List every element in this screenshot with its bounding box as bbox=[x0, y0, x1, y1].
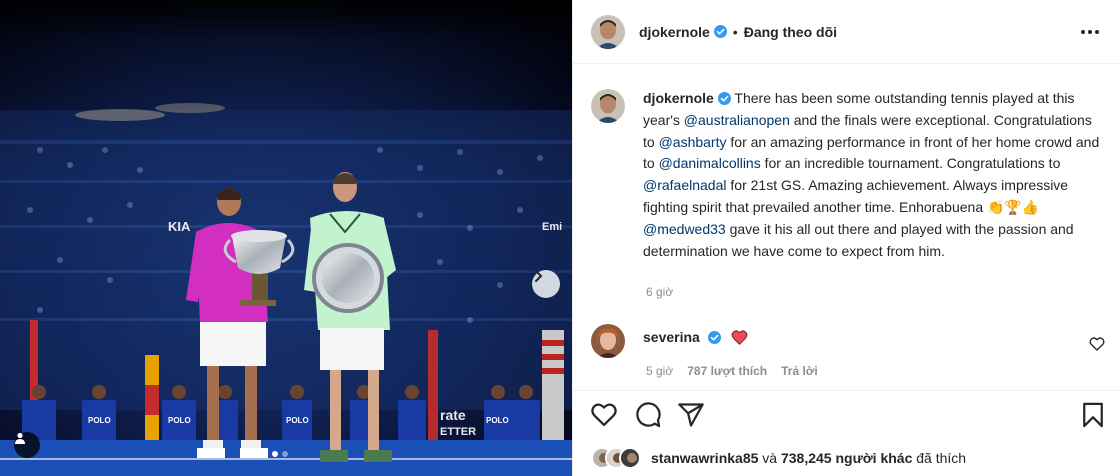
reply-button[interactable]: Trả lời bbox=[781, 364, 818, 378]
comment-timestamp[interactable]: 5 giờ bbox=[646, 364, 673, 378]
svg-text:Emi: Emi bbox=[542, 221, 562, 233]
post-caption: djokernole There has been some outstandi… bbox=[591, 88, 1101, 262]
comment-like-heart-icon[interactable] bbox=[1089, 336, 1105, 352]
profile-picture-severina bbox=[591, 324, 625, 358]
next-photo-button[interactable] bbox=[532, 270, 560, 298]
likes-suffix: đã thích bbox=[912, 450, 967, 466]
mention-link[interactable]: @danimalcollins bbox=[659, 155, 761, 171]
avatar-picture bbox=[621, 449, 639, 467]
tagged-users-button[interactable] bbox=[14, 432, 40, 458]
red-heart-icon bbox=[731, 330, 748, 345]
profile-picture-djokernole bbox=[591, 89, 625, 123]
caption-emoji: 👏🏆👍 bbox=[987, 198, 1040, 215]
trophy-ceremony-photo: KIA Emi rate ETTER POLO POLO POLO POLO bbox=[0, 0, 572, 476]
svg-text:KIA: KIA bbox=[168, 219, 191, 234]
more-options-button[interactable] bbox=[1078, 20, 1102, 44]
carousel-dots bbox=[272, 451, 288, 457]
likes-connector: và bbox=[758, 450, 781, 466]
verified-badge-icon bbox=[717, 92, 731, 105]
verified-badge-icon bbox=[713, 25, 727, 38]
chevron-right-icon bbox=[535, 270, 543, 282]
svg-text:POLO: POLO bbox=[286, 416, 309, 425]
post-actions-bar: stanwawrinka85 và 738,245 người khác đã … bbox=[573, 390, 1119, 476]
verified-badge-icon bbox=[707, 331, 721, 344]
avatar[interactable] bbox=[591, 89, 625, 123]
avatar[interactable] bbox=[591, 14, 625, 49]
mention-link[interactable]: @australianopen bbox=[684, 112, 790, 128]
svg-text:rate: rate bbox=[440, 407, 466, 423]
mention-link[interactable]: @rafaelnadal bbox=[643, 177, 727, 193]
user-icon bbox=[15, 432, 25, 444]
liker-username[interactable]: stanwawrinka85 bbox=[651, 450, 758, 466]
liker-avatar bbox=[619, 447, 641, 469]
more-horizontal-icon bbox=[1081, 30, 1099, 34]
caption-username[interactable]: djokernole bbox=[643, 90, 714, 106]
like-heart-icon[interactable] bbox=[590, 401, 618, 429]
svg-text:POLO: POLO bbox=[168, 416, 191, 425]
post-photo[interactable]: KIA Emi rate ETTER POLO POLO POLO POLO bbox=[0, 0, 572, 476]
post-header: djokernole • Đang theo dõi bbox=[573, 0, 1119, 64]
others-likes-link[interactable]: 738,245 người khác bbox=[781, 450, 912, 466]
post-author-username[interactable]: djokernole bbox=[639, 24, 710, 40]
comment-likes-count[interactable]: 787 lượt thích bbox=[687, 364, 767, 378]
profile-picture-djokernole bbox=[591, 14, 625, 49]
svg-text:ETTER: ETTER bbox=[440, 426, 476, 438]
instagram-post: KIA Emi rate ETTER POLO POLO POLO POLO d… bbox=[0, 0, 1119, 476]
mention-link[interactable]: @medwed33 bbox=[643, 221, 726, 237]
svg-text:POLO: POLO bbox=[486, 416, 509, 425]
likes-text: stanwawrinka85 và 738,245 người khác đã … bbox=[651, 450, 966, 466]
avatar[interactable] bbox=[591, 324, 625, 358]
post-details-panel: djokernole • Đang theo dõi djokernole Th… bbox=[572, 0, 1119, 476]
likes-summary: stanwawrinka85 và 738,245 người khác đã … bbox=[591, 447, 966, 469]
following-button[interactable]: Đang theo dõi bbox=[744, 24, 837, 40]
comment-meta: 5 giờ 787 lượt thích Trả lời bbox=[646, 364, 818, 378]
comment-username[interactable]: severina bbox=[643, 329, 700, 345]
carousel-dot bbox=[282, 451, 288, 457]
carousel-dot-active bbox=[272, 451, 278, 457]
comment: severina bbox=[591, 324, 1101, 358]
caption-text: djokernole There has been some outstandi… bbox=[643, 88, 1101, 262]
save-bookmark-icon[interactable] bbox=[1079, 401, 1107, 429]
share-paper-plane-icon[interactable] bbox=[677, 401, 705, 429]
caption-segment: for an incredible tournament. Congratula… bbox=[760, 155, 1061, 172]
separator-dot: • bbox=[732, 23, 738, 40]
caption-timestamp[interactable]: 6 giờ bbox=[646, 285, 673, 299]
mention-link[interactable]: @ashbarty bbox=[659, 134, 727, 150]
comment-bubble-icon[interactable] bbox=[634, 401, 662, 429]
svg-text:POLO: POLO bbox=[88, 416, 111, 425]
